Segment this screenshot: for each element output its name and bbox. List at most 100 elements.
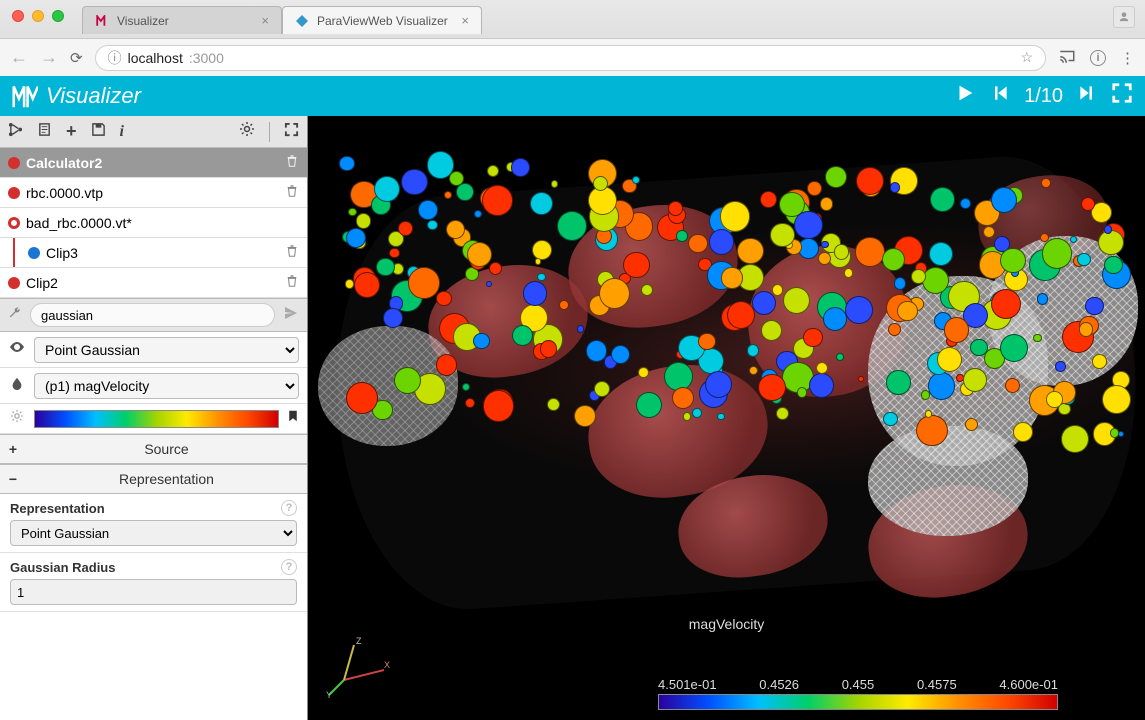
- pipeline-item-label: Calculator2: [26, 155, 279, 171]
- user-icon: [1117, 10, 1131, 24]
- pipeline-item[interactable]: bad_rbc.0000.vt*: [0, 208, 307, 238]
- representation-select[interactable]: Point Gaussian: [34, 337, 299, 363]
- wrench-icon: [8, 306, 22, 325]
- minimize-window-button[interactable]: [32, 10, 44, 22]
- tick-label: 0.455: [842, 677, 875, 692]
- pipeline-item-label: Clip3: [46, 245, 279, 261]
- visibility-dot-icon[interactable]: [8, 157, 20, 169]
- render-view[interactable]: X Z Y magVelocity 4.501e-01 0.4526 0.455…: [308, 116, 1145, 720]
- delete-icon[interactable]: [285, 184, 299, 201]
- browser-tab[interactable]: Visualizer ×: [82, 6, 282, 34]
- pipeline-item-label: Clip2: [26, 275, 279, 291]
- pipeline-item[interactable]: Clip3: [0, 238, 307, 268]
- section-source[interactable]: + Source: [0, 434, 307, 464]
- orientation-axes[interactable]: X Z Y: [324, 630, 394, 700]
- last-frame-button[interactable]: [1077, 83, 1097, 109]
- expand-icon: +: [0, 441, 26, 457]
- sidebar-toolbar: + i: [0, 116, 307, 148]
- frame-total: 10: [1041, 85, 1063, 107]
- first-frame-button[interactable]: [990, 83, 1010, 109]
- section-representation[interactable]: − Representation: [0, 464, 307, 494]
- add-filter-icon[interactable]: +: [66, 121, 77, 142]
- tick-label: 0.4526: [759, 677, 799, 692]
- tick-label: 0.4575: [917, 677, 957, 692]
- frame-counter: 1/10: [1024, 85, 1063, 108]
- pipeline-item-label: bad_rbc.0000.vt*: [26, 215, 299, 231]
- window-controls: [12, 10, 64, 22]
- drop-icon[interactable]: [8, 376, 26, 395]
- reset-camera-icon[interactable]: [284, 122, 299, 142]
- tab-close-icon[interactable]: ×: [261, 13, 269, 28]
- pipeline-icon[interactable]: [8, 122, 23, 142]
- frame-current: 1: [1024, 85, 1035, 107]
- url-input[interactable]: ⓘ localhost:3000 ☆: [95, 45, 1046, 71]
- colorby-select[interactable]: (p1) magVelocity: [34, 373, 299, 399]
- main-area: + i Calculator2 rbc.0000.vtp bad_rbc.000…: [0, 116, 1145, 720]
- save-icon[interactable]: [91, 122, 106, 142]
- prop-label: Representation: [10, 501, 105, 516]
- files-icon[interactable]: [37, 122, 52, 142]
- scalarbar[interactable]: 4.501e-01 0.4526 0.455 0.4575 4.600e-01: [658, 677, 1058, 710]
- play-button[interactable]: [954, 82, 976, 110]
- representation-row: Point Gaussian: [0, 332, 307, 368]
- delete-icon[interactable]: [285, 154, 299, 171]
- pipeline-item[interactable]: Clip2: [0, 268, 307, 298]
- pipeline-item-label: rbc.0000.vtp: [26, 185, 279, 201]
- help-icon[interactable]: ?: [281, 500, 297, 516]
- app-title: Visualizer: [46, 83, 141, 109]
- menu-icon[interactable]: ⋮: [1120, 49, 1135, 67]
- apply-filter-icon[interactable]: [283, 305, 299, 326]
- collapse-icon: −: [0, 471, 26, 487]
- pipeline-item[interactable]: rbc.0000.vtp: [0, 178, 307, 208]
- prop-representation-select[interactable]: Point Gaussian: [10, 520, 297, 546]
- playback-controls: 1/10: [954, 82, 1133, 110]
- settings-icon[interactable]: [239, 121, 255, 142]
- visibility-dot-icon[interactable]: [28, 247, 40, 259]
- info-icon[interactable]: i: [120, 123, 124, 141]
- tab-close-icon[interactable]: ×: [461, 13, 469, 28]
- url-port: :3000: [189, 50, 224, 66]
- section-title: Representation: [26, 471, 307, 487]
- section-title: Source: [26, 441, 307, 457]
- app-header: Visualizer 1/10: [0, 76, 1145, 116]
- pipeline-item[interactable]: Calculator2: [0, 148, 307, 178]
- prop-representation: Representation ? Point Gaussian: [0, 494, 307, 553]
- app-logo: Visualizer: [12, 83, 141, 109]
- tab-favicon-icon: [95, 14, 109, 28]
- help-icon[interactable]: ?: [281, 559, 297, 575]
- svg-text:X: X: [384, 660, 390, 670]
- visibility-dot-icon[interactable]: [8, 217, 20, 229]
- sidebar: + i Calculator2 rbc.0000.vtp bad_rbc.000…: [0, 116, 308, 720]
- filter-row: [0, 298, 307, 332]
- colorby-row: (p1) magVelocity: [0, 368, 307, 404]
- visibility-dot-icon[interactable]: [8, 187, 20, 199]
- cast-icon[interactable]: [1058, 47, 1076, 69]
- visualizer-logo-icon: [12, 83, 38, 109]
- colormap-preview[interactable]: [34, 410, 279, 428]
- browser-right-icons: i ⋮: [1058, 47, 1135, 69]
- tick-label: 4.600e-01: [999, 677, 1058, 692]
- user-profile-button[interactable]: [1113, 6, 1135, 28]
- bookmark-star-icon[interactable]: ☆: [1020, 49, 1033, 66]
- forward-button[interactable]: →: [40, 47, 58, 68]
- extensions-icon[interactable]: i: [1090, 50, 1106, 66]
- visibility-dot-icon[interactable]: [8, 277, 20, 289]
- fullscreen-button[interactable]: [1111, 82, 1133, 110]
- browser-tab[interactable]: ParaViewWeb Visualizer ×: [282, 6, 482, 34]
- maximize-window-button[interactable]: [52, 10, 64, 22]
- tick-label: 4.501e-01: [658, 677, 717, 692]
- prop-gaussian-radius-input[interactable]: [10, 579, 297, 605]
- close-window-button[interactable]: [12, 10, 24, 22]
- pipeline-browser: Calculator2 rbc.0000.vtp bad_rbc.0000.vt…: [0, 148, 307, 298]
- delete-icon[interactable]: [285, 274, 299, 291]
- filter-search-input[interactable]: [30, 303, 275, 327]
- preset-bookmark-icon[interactable]: [287, 409, 299, 428]
- eye-icon[interactable]: [8, 339, 26, 360]
- pipeline-connection-line: [13, 238, 15, 267]
- delete-icon[interactable]: [285, 244, 299, 261]
- gear-icon[interactable]: [8, 409, 26, 428]
- back-button[interactable]: ←: [10, 47, 28, 68]
- svg-text:Y: Y: [326, 690, 332, 700]
- site-info-icon[interactable]: ⓘ: [108, 48, 122, 68]
- reload-button[interactable]: ⟳: [70, 49, 83, 67]
